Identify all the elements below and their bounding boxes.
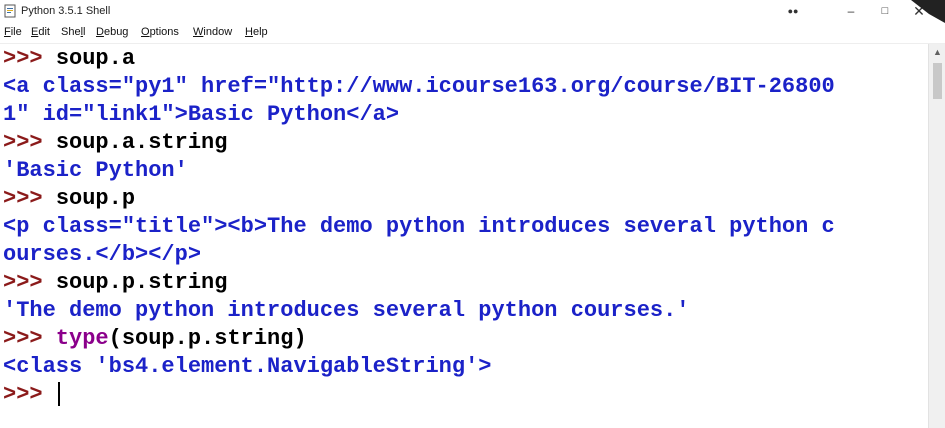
scroll-thumb[interactable] [933,63,942,99]
overlay-corner-icon [911,0,945,23]
window-title: Python 3.5.1 Shell [21,5,111,17]
menu-shell[interactable]: Shell [61,26,85,38]
shell-input-line: >>> soup.p.string [3,270,228,295]
extra-window-icon[interactable]: ●● [778,0,808,23]
minimize-button[interactable]: – [834,0,868,23]
python-file-icon [4,4,17,18]
shell-current-prompt-line[interactable]: >>> [3,381,60,409]
prompt: >>> [3,186,56,211]
shell-output-line: <p class="title"><b>The demo python intr… [3,214,835,239]
shell-input-line: >>> soup.p [3,186,136,211]
menu-options[interactable]: Options [141,26,179,38]
prompt: >>> [3,130,56,155]
maximize-button[interactable]: □ [868,0,902,23]
vertical-scrollbar[interactable]: ▲ [928,44,945,428]
scroll-up-arrow-icon[interactable]: ▲ [929,44,945,61]
menu-bar: File Edit Shell Debug Options Window Hel… [0,23,945,44]
shell-output-line: <a class="py1" href="http://www.icourse1… [3,74,835,99]
prompt: >>> [3,46,56,71]
shell-output-line: 'The demo python introduces several pyth… [3,298,690,323]
shell-output-line: <class 'bs4.element.NavigableString'> [3,354,492,379]
menu-file[interactable]: File [4,26,22,38]
prompt: >>> [3,326,56,351]
shell-input-line: >>> type(soup.p.string) [3,326,307,351]
python-shell-window: Python 3.5.1 Shell ●● – □ ✕ File Edit Sh… [0,0,945,428]
shell-input-line: >>> soup.a.string [3,130,228,155]
shell-output-line: 'Basic Python' [3,158,188,183]
text-cursor [57,382,60,407]
prompt: >>> [3,382,56,407]
menu-edit[interactable]: Edit [31,26,50,38]
menu-help[interactable]: Help [245,26,268,38]
menu-debug[interactable]: Debug [96,26,128,38]
shell-input-line: >>> soup.a [3,46,136,71]
title-bar: Python 3.5.1 Shell ●● – □ ✕ [0,0,945,23]
prompt: >>> [3,270,56,295]
builtin-keyword: type [55,326,109,351]
shell-output-line: ourses.</b></p> [3,242,202,267]
menu-window[interactable]: Window [193,26,232,38]
shell-output-line: 1" id="link1">Basic Python</a> [3,102,400,127]
shell-text-area[interactable]: >>> soup.a <a class="py1" href="http://w… [0,44,928,428]
